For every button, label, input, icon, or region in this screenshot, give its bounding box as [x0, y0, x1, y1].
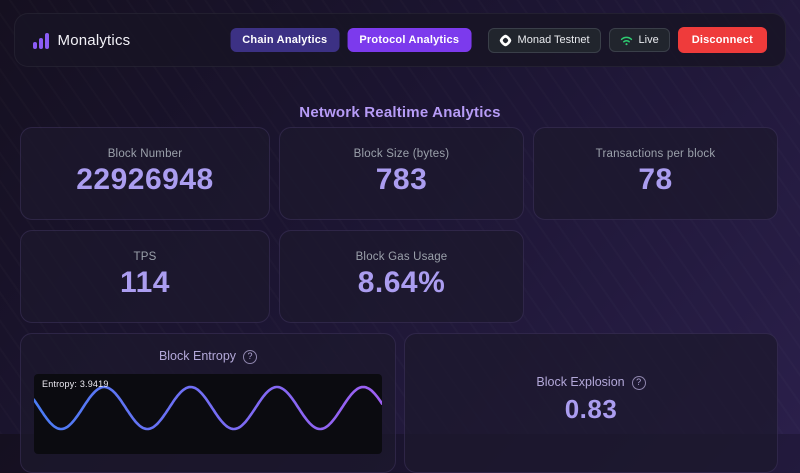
stat-value: 22926948 — [76, 163, 213, 197]
wifi-icon — [620, 35, 633, 46]
stats-row-2: TPS 114 Block Gas Usage 8.64% — [20, 230, 524, 323]
block-entropy-panel: Block Entropy ? Entropy: 3.9419 — [20, 333, 396, 473]
protocol-analytics-button[interactable]: Protocol Analytics — [347, 28, 471, 52]
disconnect-button[interactable]: Disconnect — [678, 27, 767, 53]
brand-logo[interactable]: Monalytics — [33, 32, 130, 49]
entropy-reading-label: Entropy: 3.9419 — [42, 379, 109, 389]
stat-value: 114 — [120, 266, 170, 300]
stat-value: 783 — [376, 163, 428, 197]
block-explosion-value: 0.83 — [565, 394, 618, 424]
stat-label: Transactions per block — [596, 147, 716, 161]
question-circle-icon[interactable]: ? — [243, 350, 257, 364]
stat-value: 78 — [638, 163, 672, 197]
tps-card: TPS 114 — [20, 230, 270, 323]
chain-analytics-button[interactable]: Chain Analytics — [230, 28, 339, 52]
network-badge[interactable]: Monad Testnet — [488, 28, 601, 53]
block-entropy-title-row: Block Entropy ? — [21, 348, 395, 365]
page-title: Network Realtime Analytics — [0, 104, 800, 121]
stat-value: 8.64% — [358, 266, 446, 300]
navbar-right-group: Monad Testnet Live Disconnect — [488, 27, 767, 53]
live-badge[interactable]: Live — [609, 28, 670, 52]
question-circle-icon[interactable]: ? — [632, 376, 646, 390]
block-number-card: Block Number 22926948 — [20, 127, 270, 220]
monad-diamond-icon — [499, 34, 512, 47]
block-explosion-title-row: Block Explosion ? — [536, 374, 645, 391]
top-navbar: Monalytics Chain Analytics Protocol Anal… — [14, 13, 786, 67]
block-entropy-title: Block Entropy — [159, 348, 236, 365]
entropy-wave-chart: Entropy: 3.9419 — [34, 374, 382, 454]
network-badge-label: Monad Testnet — [518, 34, 590, 46]
stat-label: Block Size (bytes) — [354, 147, 450, 161]
brand-name: Monalytics — [58, 32, 131, 49]
stat-label: TPS — [134, 250, 157, 264]
bar-chart-icon — [33, 32, 49, 49]
block-gas-usage-card: Block Gas Usage 8.64% — [279, 230, 524, 323]
charts-row: Block Entropy ? Entropy: 3.9419 Block Ex… — [20, 333, 778, 473]
stats-row-1: Block Number 22926948 Block Size (bytes)… — [20, 127, 778, 220]
block-explosion-title: Block Explosion — [536, 374, 624, 391]
transactions-per-block-card: Transactions per block 78 — [533, 127, 778, 220]
stat-label: Block Number — [108, 147, 183, 161]
live-badge-label: Live — [639, 34, 659, 46]
nav-tabs: Chain Analytics Protocol Analytics — [230, 28, 471, 52]
stat-label: Block Gas Usage — [356, 250, 448, 264]
block-explosion-panel: Block Explosion ? 0.83 — [404, 333, 778, 473]
block-size-card: Block Size (bytes) 783 — [279, 127, 524, 220]
